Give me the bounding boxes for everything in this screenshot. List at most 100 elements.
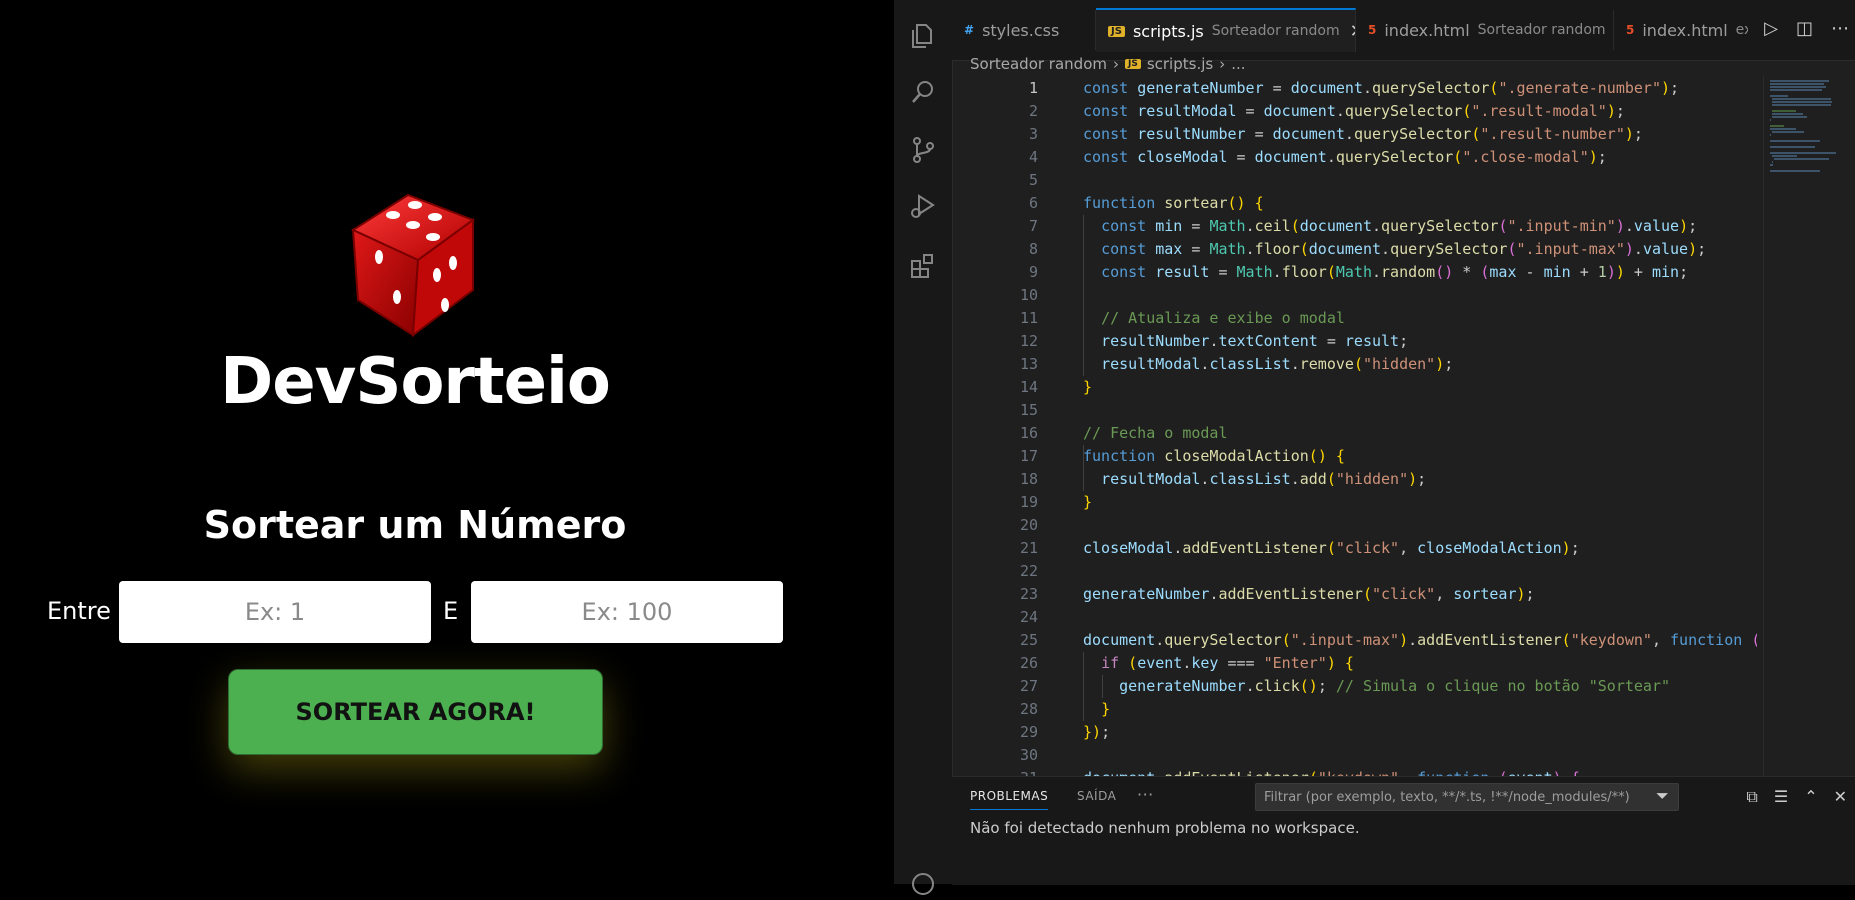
code-line[interactable]: 7 const min = Math.ceil(document.querySe… xyxy=(952,215,1757,238)
tab-output[interactable]: SAÍDA xyxy=(1077,789,1116,803)
code-text: generateNumber.click(); // Simula o cliq… xyxy=(1119,677,1671,695)
more-actions-icon[interactable]: ⋯ xyxy=(1831,18,1849,39)
account-icon[interactable] xyxy=(907,868,939,900)
line-number: 14 xyxy=(1019,378,1038,396)
code-text: const max = Math.floor(document.querySel… xyxy=(1101,240,1707,258)
code-text: const min = Math.ceil(document.querySele… xyxy=(1101,217,1698,235)
run-debug-icon[interactable] xyxy=(907,190,939,222)
minimap-line xyxy=(1772,131,1805,133)
breadcrumb: Sorteador random › JS scripts.js › ... xyxy=(970,52,1246,76)
code-line[interactable]: 15 xyxy=(952,399,1757,422)
code-text: const result = Math.floor(Math.random() … xyxy=(1101,263,1689,281)
minimap-line xyxy=(1772,155,1798,157)
split-editor-icon[interactable]: ◫ xyxy=(1796,18,1813,39)
max-input[interactable] xyxy=(471,581,783,643)
code-line[interactable]: 25 document.querySelector(".input-max").a… xyxy=(952,629,1757,652)
chevron-right-icon: › xyxy=(1219,55,1226,73)
vertical-scrollbar[interactable] xyxy=(1845,76,1855,776)
code-line[interactable]: 29}); xyxy=(952,721,1757,744)
page-subtitle: Sortear um Número xyxy=(203,503,627,547)
minimap-line xyxy=(1770,164,1773,166)
draw-button[interactable]: SORTEAR AGORA! xyxy=(228,669,603,755)
code-line[interactable]: 14} xyxy=(952,376,1757,399)
tab-description: execi xyxy=(1735,22,1748,38)
line-number: 3 xyxy=(1028,125,1038,143)
filter-icon[interactable]: ⏷ xyxy=(1656,786,1669,806)
minimap-line xyxy=(1770,128,1797,130)
code-line[interactable]: 8 const max = Math.floor(document.queryS… xyxy=(952,238,1757,261)
line-number: 11 xyxy=(1019,309,1038,327)
code-line[interactable]: 28 } xyxy=(952,698,1757,721)
code-text: if (event.key === "Enter") { xyxy=(1101,654,1354,672)
close-panel-icon[interactable]: ✕ xyxy=(1834,787,1847,807)
code-line[interactable]: 18 resultModal.classList.add("hidden"); xyxy=(952,468,1757,491)
code-text: // Fecha o modal xyxy=(1083,424,1228,442)
line-number: 13 xyxy=(1019,355,1038,373)
code-line[interactable]: 30 xyxy=(952,744,1757,767)
code-line[interactable]: 27 generateNumber.click(); // Simula o c… xyxy=(952,675,1757,698)
code-line[interactable]: 10 xyxy=(952,284,1757,307)
code-line[interactable]: 3 const resultNumber = document.querySele… xyxy=(952,123,1757,146)
maximize-panel-icon[interactable]: ⌃ xyxy=(1804,787,1817,807)
extensions-icon[interactable] xyxy=(907,250,939,282)
collapse-all-icon[interactable]: ⧉ xyxy=(1746,787,1757,807)
code-line[interactable]: 16 // Fecha o modal xyxy=(952,422,1757,445)
min-input[interactable] xyxy=(119,581,431,643)
code-line[interactable]: 31 document.addEventListener("keydown", f… xyxy=(952,767,1757,776)
minimap-line xyxy=(1770,80,1830,82)
tab-index-html[interactable]: 5 index.html Sorteador random xyxy=(1356,10,1614,50)
tab-label: scripts.js xyxy=(1132,21,1204,41)
breadcrumb-rest[interactable]: ... xyxy=(1231,55,1245,73)
code-line[interactable]: 5 xyxy=(952,169,1757,192)
source-control-icon[interactable] xyxy=(907,134,939,166)
code-line[interactable]: 26 if (event.key === "Enter") { xyxy=(952,652,1757,675)
tab-scripts-js[interactable]: JS scripts.js Sorteador random ✕ xyxy=(1096,8,1356,52)
minimap-line xyxy=(1772,98,1832,100)
code-line[interactable]: 1 const generateNumber = document.querySe… xyxy=(952,77,1757,100)
line-number: 17 xyxy=(1019,447,1038,465)
line-number: 7 xyxy=(1028,217,1038,235)
minimap-line xyxy=(1774,158,1829,160)
breadcrumb-folder[interactable]: Sorteador random xyxy=(970,55,1107,73)
code-line[interactable]: 11 // Atualiza e exibe o modal xyxy=(952,307,1757,330)
code-line[interactable]: 23 generateNumber.addEventListener("click… xyxy=(952,583,1757,606)
code-line[interactable]: 24 xyxy=(952,606,1757,629)
code-line[interactable]: 17 function closeModalAction() { xyxy=(952,445,1757,468)
code-text: } xyxy=(1083,493,1093,511)
tab-problems[interactable]: PROBLEMAS xyxy=(970,789,1049,810)
minimap-line xyxy=(1770,119,1771,121)
code-line[interactable]: 4 const closeModal = document.querySelect… xyxy=(952,146,1757,169)
line-number: 12 xyxy=(1019,332,1038,350)
view-as-list-icon[interactable]: ☰ xyxy=(1774,787,1788,807)
code-line[interactable]: 22 xyxy=(952,560,1757,583)
minimap[interactable] xyxy=(1763,76,1844,776)
line-number: 19 xyxy=(1019,493,1038,511)
editor-actions: ▷ ◫ ⋯ xyxy=(1764,18,1849,39)
code-line[interactable]: 6 function sortear() { xyxy=(952,192,1757,215)
code-line[interactable]: 19} xyxy=(952,491,1757,514)
panel-actions: ⧉ ☰ ⌃ ✕ xyxy=(1746,787,1847,807)
tab-styles-css[interactable]: # styles.css xyxy=(952,10,1096,50)
code-text: }); xyxy=(1083,723,1111,741)
code-line[interactable]: 20 xyxy=(952,514,1757,537)
explorer-icon[interactable] xyxy=(907,20,939,52)
code-text: resultModal.classList.remove("hidden"); xyxy=(1101,355,1454,373)
code-line[interactable]: 12 resultNumber.textContent = result; xyxy=(952,330,1757,353)
line-number: 6 xyxy=(1028,194,1038,212)
code-editor[interactable]: 1 const generateNumber = document.querySe… xyxy=(952,76,1757,776)
code-line[interactable]: 2 const resultModal = document.querySelec… xyxy=(952,100,1757,123)
filter-input[interactable] xyxy=(1255,783,1679,811)
indent-guide xyxy=(1083,652,1084,721)
code-line[interactable]: 13 resultModal.classList.remove("hidden"… xyxy=(952,353,1757,376)
minimap-line xyxy=(1772,161,1773,163)
code-line[interactable]: 21 closeModal.addEventListener("click", c… xyxy=(952,537,1757,560)
run-icon[interactable]: ▷ xyxy=(1764,18,1778,39)
more-tabs-icon[interactable]: ··· xyxy=(1137,785,1154,804)
breadcrumb-file[interactable]: scripts.js xyxy=(1147,55,1213,73)
search-icon[interactable] xyxy=(907,76,939,108)
line-number: 8 xyxy=(1028,240,1038,258)
tab-index-html-2[interactable]: 5 index.html execi xyxy=(1614,10,1748,50)
tab-label: index.html xyxy=(1384,20,1470,40)
line-number: 10 xyxy=(1019,286,1038,304)
code-line[interactable]: 9 const result = Math.floor(Math.random(… xyxy=(952,261,1757,284)
